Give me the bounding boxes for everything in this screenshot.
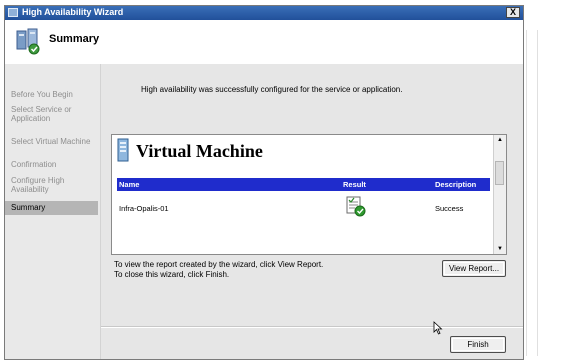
row-name: Infra-Opalis-01 <box>119 204 169 213</box>
cluster-wizard-icon <box>16 28 40 55</box>
summary-report-pane[interactable]: Virtual Machine Name Result Description … <box>111 134 507 255</box>
help-text: To view the report created by the wizard… <box>114 260 323 280</box>
report-scrollbar[interactable]: ▲ ▼ <box>493 135 506 254</box>
step-configure-high-availability[interactable]: Configure High Availability <box>11 176 97 194</box>
column-result: Result <box>343 180 366 189</box>
help-line-view-report: To view the report created by the wizard… <box>114 260 324 269</box>
page-scrollbar-track <box>526 30 538 356</box>
report-table-header: Name Result Description <box>117 178 490 191</box>
virtual-machine-icon <box>117 138 129 162</box>
mouse-cursor-icon <box>433 321 443 335</box>
success-report-icon <box>346 196 366 217</box>
step-summary[interactable]: Summary <box>5 201 98 215</box>
window-title: High Availability Wizard <box>22 7 124 17</box>
wizard-header: Summary <box>5 20 523 65</box>
scroll-up-arrow-icon[interactable]: ▲ <box>496 136 504 144</box>
scroll-down-arrow-icon[interactable]: ▼ <box>496 245 504 253</box>
success-message: High availability was successfully confi… <box>141 85 403 94</box>
finish-button[interactable]: Finish <box>450 336 506 353</box>
wizard-steps-sidebar: Before You Begin Select Service or Appli… <box>5 64 101 359</box>
column-description: Description <box>435 180 477 189</box>
view-report-label: View Report... <box>448 264 500 273</box>
scroll-thumb[interactable] <box>495 161 504 185</box>
step-confirmation[interactable]: Confirmation <box>11 160 97 169</box>
finish-label: Finish <box>467 340 489 349</box>
row-description: Success <box>435 204 464 213</box>
step-before-you-begin[interactable]: Before You Begin <box>11 90 97 99</box>
page-title: Summary <box>49 33 100 45</box>
help-line-finish: To close this wizard, click Finish. <box>114 270 230 279</box>
wizard-main-panel: High availability was successfully confi… <box>101 64 523 359</box>
close-button[interactable]: X <box>506 7 520 18</box>
report-title: Virtual Machine <box>136 141 263 161</box>
step-select-virtual-machine[interactable]: Select Virtual Machine <box>11 137 97 146</box>
title-bar[interactable]: High Availability Wizard X <box>5 6 523 20</box>
column-name: Name <box>119 180 140 189</box>
step-select-service[interactable]: Select Service or Application <box>11 105 97 123</box>
view-report-button[interactable]: View Report... <box>442 260 506 277</box>
footer-separator <box>101 326 523 328</box>
wizard-app-icon <box>8 8 18 17</box>
wizard-window: High Availability Wizard X Summary Befor… <box>4 5 524 360</box>
